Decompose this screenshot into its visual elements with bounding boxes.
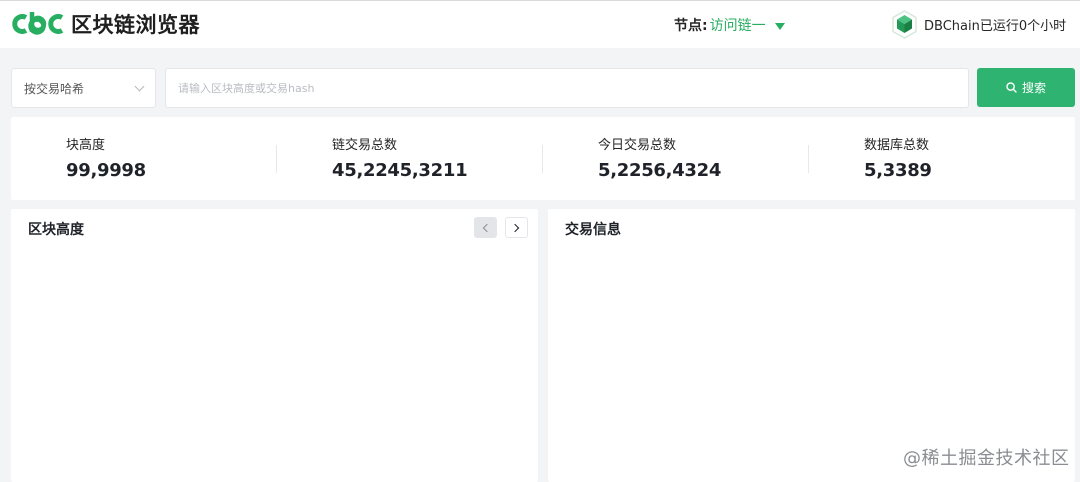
chevron-left-icon: [482, 223, 492, 232]
panel-title: 交易信息: [565, 222, 621, 238]
divider: [808, 145, 809, 173]
stat-block-height: 块高度 99,9998: [66, 134, 146, 181]
top-header: 区块链浏览器 节点: 访问链一 DBChain已运行0个小时: [0, 0, 1080, 48]
previous-page-button[interactable]: [474, 217, 497, 238]
divider: [542, 145, 543, 173]
stat-label: 链交易总数: [332, 138, 398, 153]
stats-panel: 块高度 99,9998 链交易总数 45,2245,3211 今日交易总数 5,…: [11, 117, 1075, 200]
search-icon: [1006, 82, 1017, 93]
cbc-logo-icon: [12, 12, 64, 35]
status-text: DBChain已运行0个小时: [924, 18, 1067, 34]
watermark: @稀土掘金技术社区: [903, 448, 1070, 469]
stat-value: 5,2256,4324: [598, 160, 722, 181]
search-button-label: 搜索: [1021, 81, 1046, 95]
stat-total-transactions: 链交易总数 45,2245,3211: [332, 134, 468, 181]
app-title: 区块链浏览器: [71, 13, 200, 37]
cube-icon: [892, 9, 917, 39]
node-value[interactable]: 访问链一: [710, 15, 766, 35]
stat-label: 今日交易总数: [598, 138, 677, 153]
chevron-down-icon: [134, 81, 145, 91]
next-page-button[interactable]: [505, 217, 528, 238]
stat-today-transactions: 今日交易总数 5,2256,4324: [598, 134, 721, 181]
divider: [276, 145, 277, 173]
chain-status: DBChain已运行0个小时: [891, 9, 1066, 39]
search-button[interactable]: 搜索: [977, 68, 1075, 107]
stat-label: 块高度: [66, 138, 106, 153]
node-selector[interactable]: 节点: 访问链一: [674, 14, 785, 36]
block-height-panel: 区块高度: [11, 209, 538, 482]
panel-title: 区块高度: [28, 222, 84, 238]
search-type-select[interactable]: 按交易哈希: [11, 68, 156, 108]
node-label: 节点:: [674, 18, 708, 34]
search-input[interactable]: [165, 68, 969, 108]
stat-database-count: 数据库总数 5,3389: [864, 134, 932, 181]
stat-value: 45,2245,3211: [332, 160, 468, 181]
chevron-right-icon: [510, 223, 520, 232]
stat-label: 数据库总数: [864, 138, 930, 153]
caret-down-icon[interactable]: [774, 22, 785, 30]
stat-value: 99,9998: [66, 160, 146, 181]
stat-value: 5,3389: [864, 160, 932, 181]
transaction-info-panel: 交易信息: [548, 209, 1075, 482]
logo[interactable]: 区块链浏览器: [12, 7, 200, 41]
search-type-value: 按交易哈希: [24, 81, 85, 96]
